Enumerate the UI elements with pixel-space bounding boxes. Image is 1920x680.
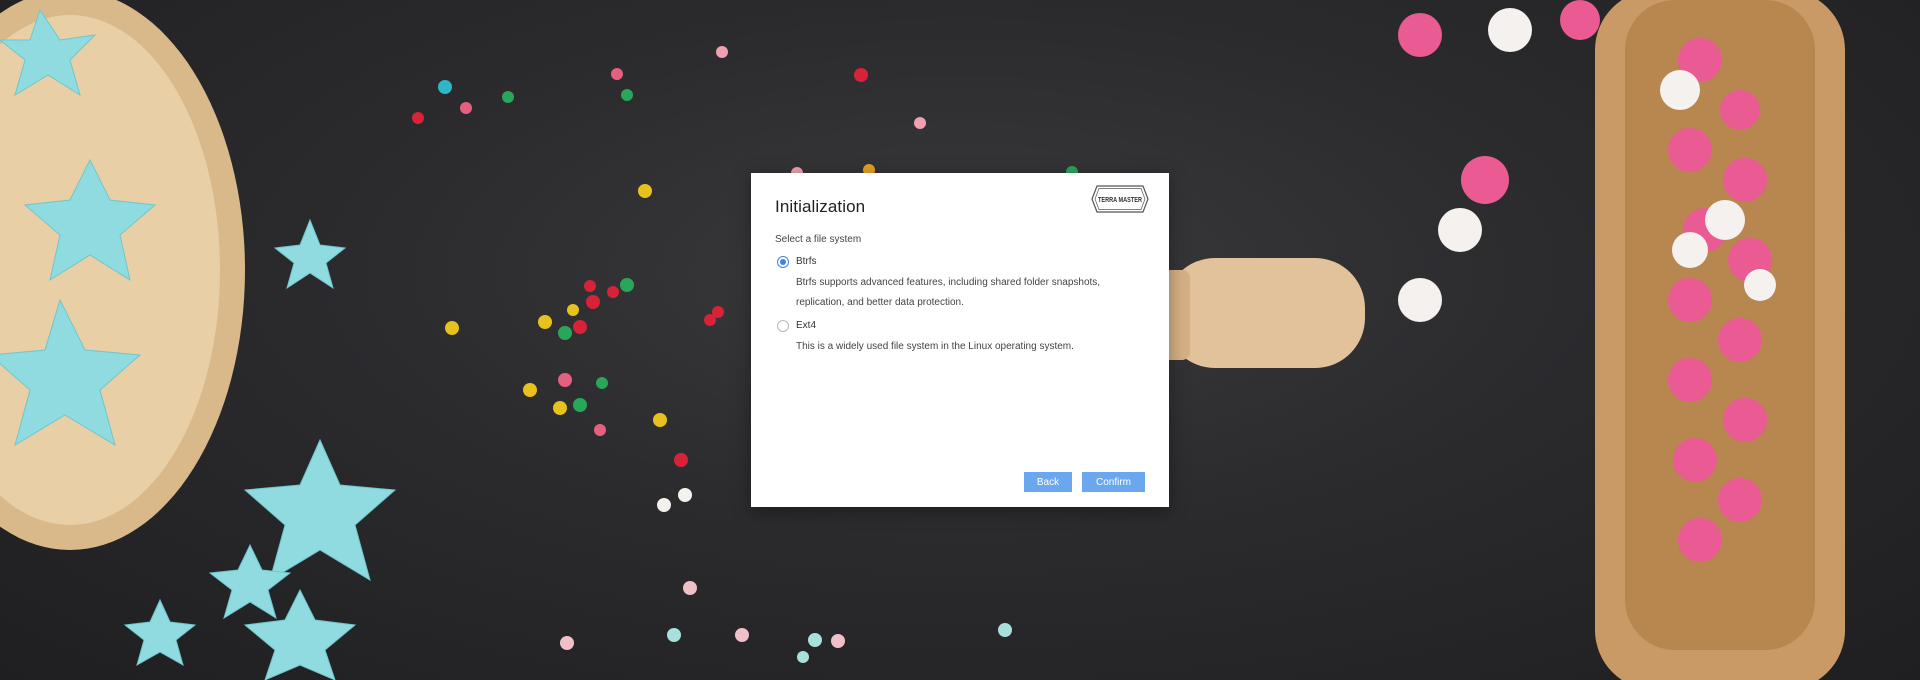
ext4-label: Ext4 (796, 320, 817, 331)
btrfs-radio[interactable] (777, 256, 789, 268)
back-button[interactable]: Back (1024, 472, 1072, 492)
ext4-description: This is a widely used file system in the… (796, 341, 1074, 352)
dialog-title: Initialization (775, 197, 866, 216)
btrfs-label: Btrfs (796, 256, 817, 267)
btrfs-description: Btrfs supports advanced features, includ… (796, 277, 1101, 308)
confirm-button[interactable]: Confirm (1082, 472, 1145, 492)
svg-text:TERRA MASTER: TERRA MASTER (1098, 195, 1142, 204)
terramaster-logo: TERRA MASTER (1091, 185, 1149, 213)
initialization-dialog: Initialization TERRA MASTER Select a fil… (751, 173, 1169, 507)
ext4-radio[interactable] (777, 320, 789, 332)
file-system-section-label: Select a file system (775, 234, 862, 245)
